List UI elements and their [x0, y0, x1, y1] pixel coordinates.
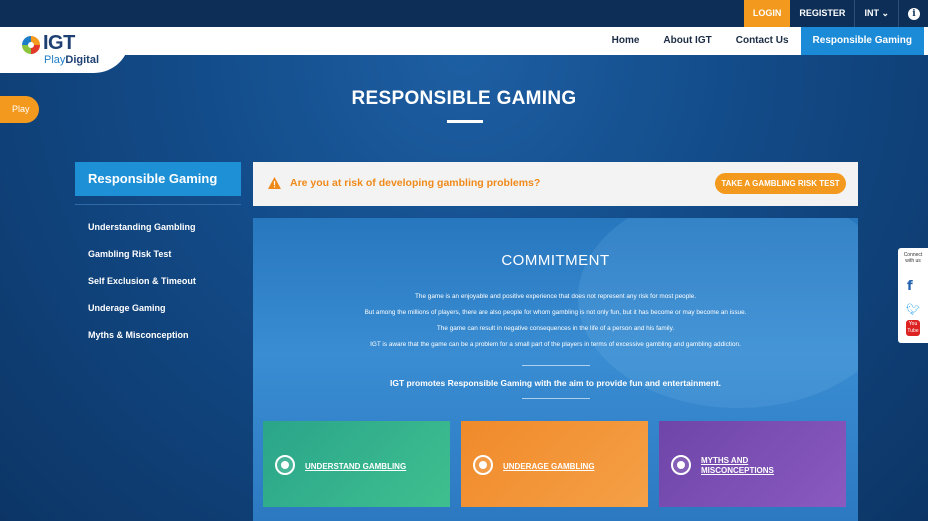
- info-icon: i: [908, 8, 920, 20]
- brand-name: IGT: [43, 32, 75, 54]
- page-title: RESPONSIBLE GAMING: [351, 88, 577, 109]
- divider: [522, 365, 590, 366]
- alert-text: Are you at risk of developing gambling p…: [290, 177, 541, 189]
- divider: [522, 398, 590, 399]
- sidebar-item-underage-gaming[interactable]: Underage Gaming: [88, 303, 196, 330]
- register-link[interactable]: REGISTER: [790, 0, 855, 27]
- card-label-line: MYTHS AND: [701, 456, 749, 465]
- commitment-panel: COMMITMENT The game is an enjoyable and …: [253, 218, 858, 521]
- connect-label-line: with us: [905, 258, 921, 264]
- nav-about-igt[interactable]: About IGT: [651, 27, 723, 55]
- brand-subtitle-bold: Digital: [65, 54, 100, 66]
- chip-icon: [671, 455, 691, 475]
- card-myths-misconceptions[interactable]: MYTHS AND MISCONCEPTIONS: [659, 421, 846, 507]
- commitment-line: IGT is aware that the game can be a prob…: [370, 341, 741, 348]
- sidebar-divider: [75, 204, 241, 205]
- chevron-down-icon: ⌄: [881, 8, 889, 18]
- card-label[interactable]: MYTHS AND MISCONCEPTIONS: [701, 456, 774, 476]
- utility-links: LOGIN REGISTER INT ⌄ i: [743, 0, 924, 27]
- facebook-icon[interactable]: f: [907, 279, 913, 294]
- commitment-line: The game can result in negative conseque…: [436, 325, 675, 332]
- card-label-line: MISCONCEPTIONS: [701, 466, 774, 475]
- sidebar-item-understanding-gambling[interactable]: Understanding Gambling: [88, 222, 196, 249]
- language-selector[interactable]: INT ⌄: [854, 0, 898, 27]
- nav-links: Home About IGT Contact Us Responsible Ga…: [600, 27, 924, 55]
- commitment-title: COMMITMENT: [501, 252, 610, 269]
- nav-responsible-gaming[interactable]: Responsible Gaming: [800, 27, 924, 55]
- card-label[interactable]: UNDERSTAND GAMBLING: [305, 462, 406, 472]
- sidebar-menu: Understanding Gambling Gambling Risk Tes…: [88, 222, 196, 357]
- main-nav: Home About IGT Contact Us Responsible Ga…: [0, 27, 928, 55]
- language-label: INT: [864, 8, 879, 18]
- login-link[interactable]: LOGIN: [743, 0, 791, 27]
- title-underline: [447, 120, 483, 123]
- youtube-text: Tube: [907, 328, 919, 334]
- commitment-text: The game is an enjoyable and positive ex…: [253, 293, 858, 357]
- youtube-text: You: [908, 321, 918, 327]
- utility-bar: LOGIN REGISTER INT ⌄ i: [0, 0, 928, 27]
- warning-icon: [268, 177, 281, 189]
- sidebar-item-gambling-risk-test[interactable]: Gambling Risk Test: [88, 249, 196, 276]
- sidebar-item-myths[interactable]: Myths & Misconception: [88, 330, 196, 357]
- card-understand-gambling[interactable]: UNDERSTAND GAMBLING: [263, 421, 450, 507]
- card-underage-gambling[interactable]: UNDERAGE GAMBLING: [461, 421, 648, 507]
- nav-home[interactable]: Home: [600, 27, 652, 55]
- logo[interactable]: IGT PlayDigital: [0, 27, 130, 73]
- youtube-icon[interactable]: You Tube: [906, 320, 920, 336]
- connect-widget: Connect with us f 🐦︎ You Tube: [898, 248, 928, 343]
- commitment-line: But among the millions of players, there…: [364, 309, 747, 316]
- risk-alert: Are you at risk of developing gambling p…: [253, 162, 858, 206]
- risk-test-button[interactable]: TAKE A GAMBLING RISK TEST: [715, 173, 846, 194]
- connect-label: Connect with us: [900, 252, 926, 264]
- igt-logo-icon: [22, 36, 40, 54]
- sidebar-item-self-exclusion[interactable]: Self Exclusion & Timeout: [88, 276, 196, 303]
- commitment-promo: IGT promotes Responsible Gaming with the…: [389, 378, 722, 388]
- nav-contact-us[interactable]: Contact Us: [724, 27, 801, 55]
- brand-subtitle-light: Play: [44, 54, 66, 66]
- info-button[interactable]: i: [898, 0, 924, 27]
- sidebar-heading[interactable]: Responsible Gaming: [75, 162, 241, 196]
- twitter-icon[interactable]: 🐦︎: [906, 303, 920, 316]
- brand-subtitle: PlayDigital: [44, 54, 99, 66]
- chip-icon: [473, 455, 493, 475]
- card-label[interactable]: UNDERAGE GAMBLING: [503, 462, 595, 472]
- chip-icon: [275, 455, 295, 475]
- commitment-line: The game is an enjoyable and positive ex…: [415, 293, 696, 300]
